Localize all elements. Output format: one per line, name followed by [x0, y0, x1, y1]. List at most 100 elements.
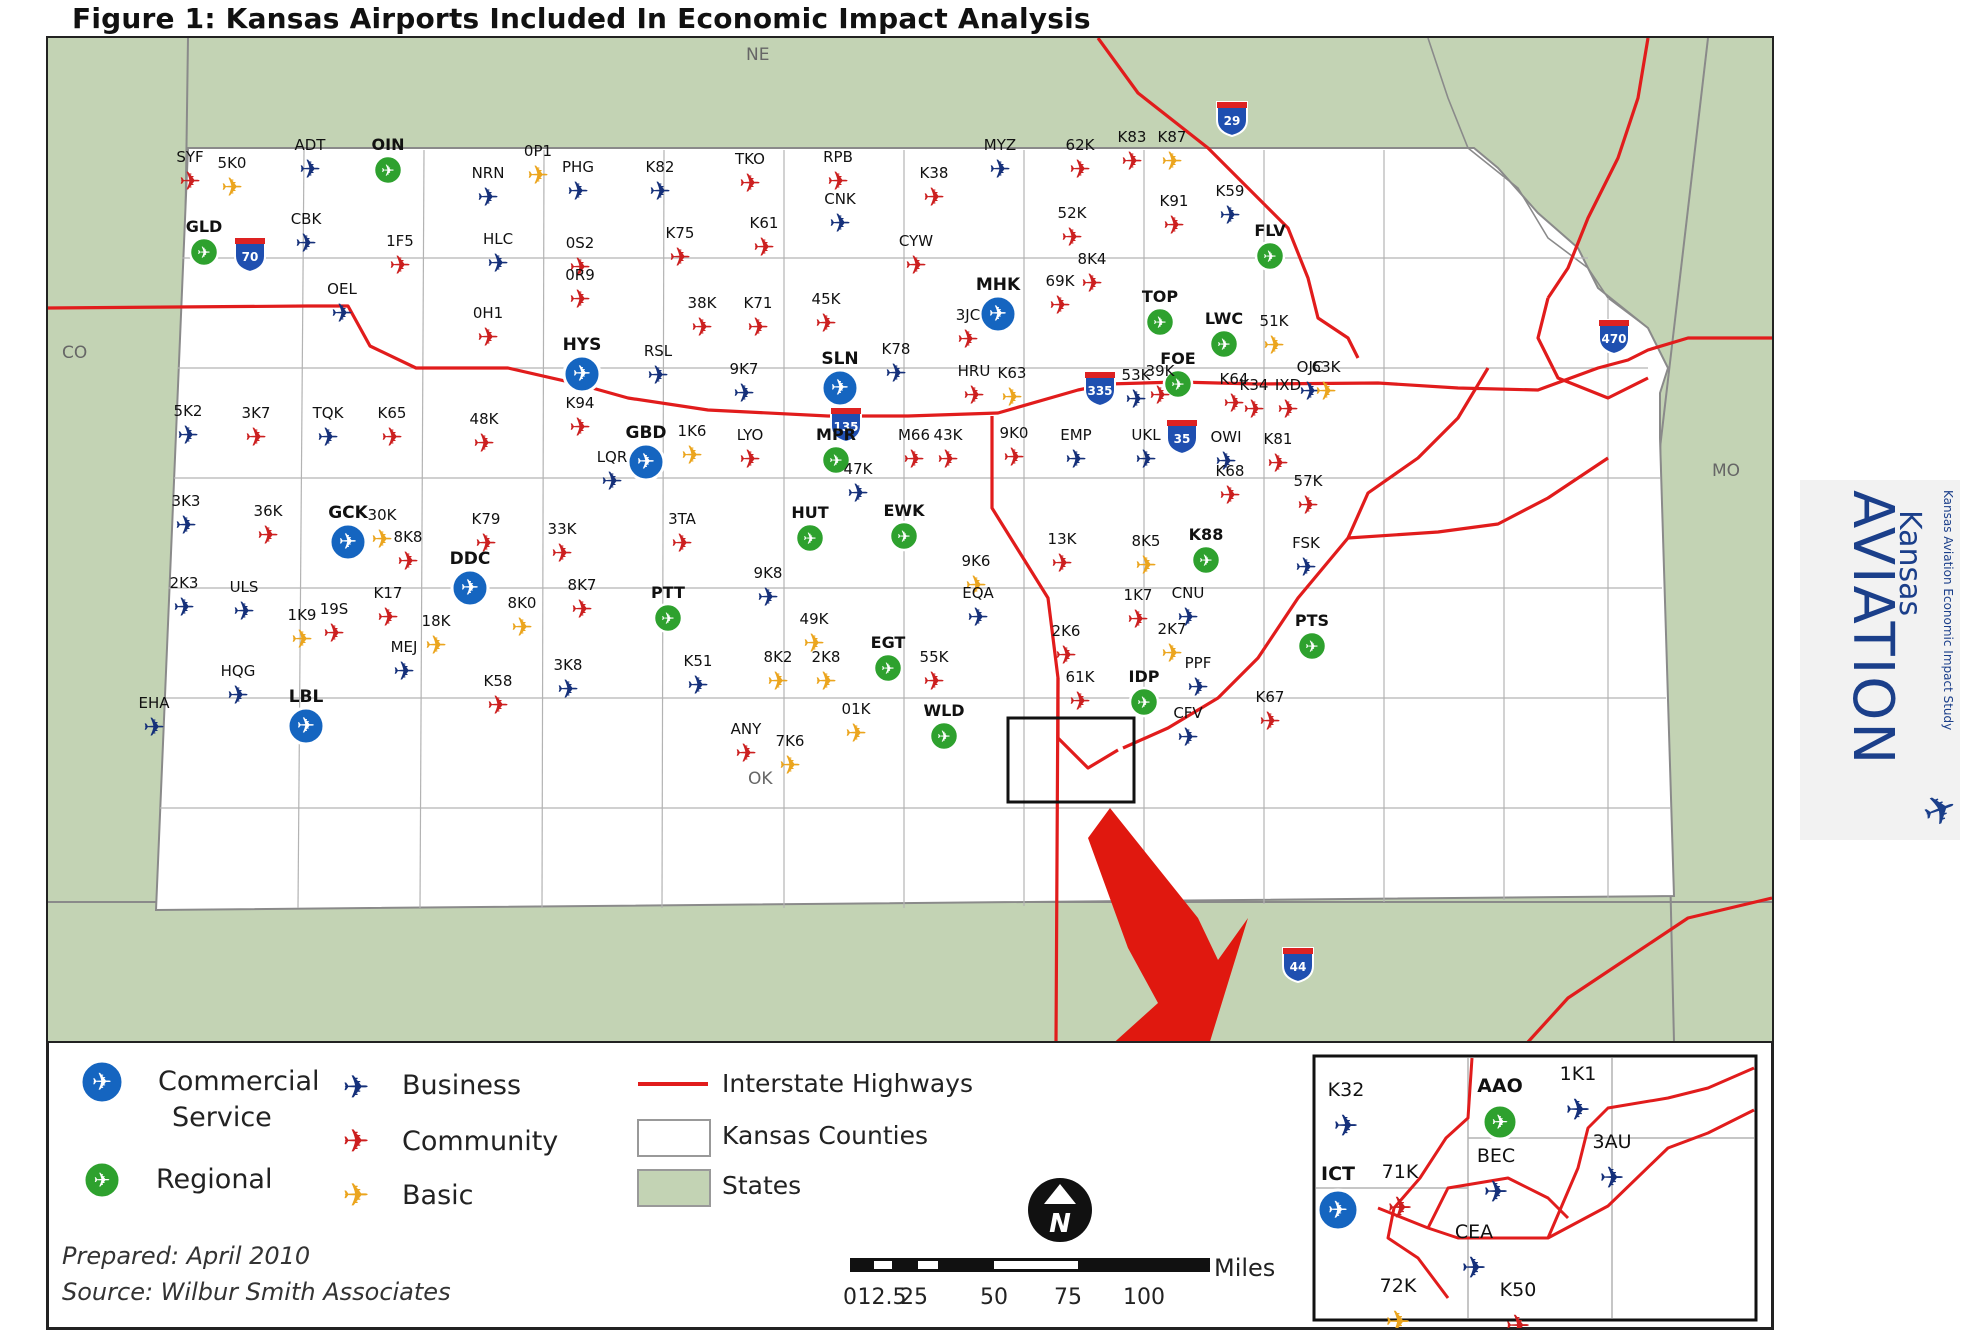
business-airport-icon: ✈ [299, 155, 321, 185]
airport-code-label: HRU [958, 362, 991, 380]
community-airport-icon: ✈ [473, 429, 495, 459]
community-airport-icon: ✈ [1061, 223, 1083, 253]
airport-code-label: K78 [882, 340, 911, 358]
airport-code-label: EWK [884, 501, 926, 520]
airport-code-label: RSL [644, 342, 673, 360]
airport-syf: ✈SYF [176, 148, 203, 197]
airport-code-label: EGT [871, 633, 906, 652]
airport-code-label: 49K [800, 610, 830, 628]
legend-community-icon: ✈ [343, 1122, 370, 1160]
business-airport-icon: ✈ [1483, 1175, 1508, 1210]
airport-uls: ✈ULS [230, 578, 259, 627]
basic-airport-icon: ✈ [1315, 377, 1337, 407]
community-airport-icon: ✈ [735, 739, 757, 769]
business-airport-icon: ✈ [649, 177, 671, 207]
airport-code-label: HLC [483, 230, 513, 248]
basic-airport-icon: ✈ [767, 667, 789, 697]
airport-2k8: ✈2K8 [812, 648, 841, 697]
airport-3jc: ✈3JC [956, 306, 980, 355]
airport-code-label: K50 [1500, 1279, 1537, 1301]
business-airport-icon: ✈ [557, 675, 579, 705]
airport-code-label: K75 [666, 224, 695, 242]
airport-8k5: ✈8K5 [1132, 532, 1161, 581]
legend-regional-plane-icon: ✈ [94, 1168, 111, 1192]
airport-code-label: PTT [651, 583, 685, 602]
airport-code-label: 9K7 [730, 360, 759, 378]
plane-icon: ✈ [1328, 1196, 1348, 1224]
svg-text:470: 470 [1601, 332, 1626, 346]
airport-9k0: ✈9K0 [1000, 424, 1029, 473]
airport-3k8: ✈3K8 [554, 656, 583, 705]
airport-code-label: K59 [1216, 182, 1245, 200]
business-airport-icon: ✈ [1219, 201, 1241, 231]
airport-k78: ✈K78 [882, 340, 911, 389]
community-airport-icon: ✈ [381, 423, 403, 453]
community-airport-icon: ✈ [487, 691, 509, 721]
airport-code-label: 38K [688, 294, 718, 312]
airport-code-label: EMP [1060, 426, 1091, 444]
airport-code-label: K68 [1216, 462, 1245, 480]
map-frame: 2970470335351354423513535 NECOMOOK ✈SYF✈… [46, 36, 1774, 1330]
airport-0h1: ✈0H1 [473, 304, 503, 353]
business-airport-icon: ✈ [227, 681, 249, 711]
community-airport-icon: ✈ [1163, 211, 1185, 241]
plane-icon: ✈ [381, 161, 394, 180]
airport-code-label: K63 [998, 364, 1027, 382]
community-airport-icon: ✈ [903, 445, 925, 475]
airport-mhk: ✈ MHK [976, 275, 1021, 334]
state-label-mo: MO [1712, 461, 1740, 481]
airport-code-label: ANY [731, 720, 762, 738]
basic-airport-icon: ✈ [1161, 147, 1183, 177]
airport-code-label: DDC [450, 549, 491, 569]
airport-code-label: 3TA [668, 510, 697, 528]
basic-airport-icon: ✈ [1263, 331, 1285, 361]
plane-icon: ✈ [881, 659, 894, 678]
airport-code-label: 8K5 [1132, 532, 1161, 550]
business-airport-icon: ✈ [567, 177, 589, 207]
airport-8k8: ✈8K8 [394, 528, 423, 577]
airport-code-label: 55K [920, 648, 950, 666]
airport-code-label: LYO [737, 426, 764, 444]
interstate-70-shield: 70 [234, 237, 266, 274]
airport-code-label: HYS [563, 335, 602, 355]
plane-icon: ✈ [829, 451, 842, 470]
basic-airport-icon: ✈ [291, 625, 313, 655]
airport-code-label: OEL [327, 280, 357, 298]
airport-code-label: CYW [899, 232, 933, 250]
community-airport-icon: ✈ [671, 529, 693, 559]
plane-icon: ✈ [1199, 551, 1212, 570]
airport-code-label: 1K1 [1560, 1063, 1597, 1085]
airport-code-label: IXD [1275, 376, 1301, 394]
airport-code-label: K83 [1118, 128, 1147, 146]
airport-gbd: ✈ GBD [625, 423, 667, 482]
airport-k58: ✈K58 [484, 672, 513, 721]
airport-lyo: ✈LYO [737, 426, 764, 475]
scale-tick-label: 25 [900, 1285, 928, 1310]
airport-code-label: 47K [844, 460, 874, 478]
airport-code-label: K67 [1256, 688, 1285, 706]
legend-counties-label: Kansas Counties [722, 1121, 928, 1150]
airport-code-label: 1K9 [288, 606, 317, 624]
scale-unit: Miles [1214, 1254, 1275, 1282]
airport-code-label: 30K [368, 506, 398, 524]
community-airport-icon: ✈ [747, 313, 769, 343]
airport-code-label: PHG [562, 158, 594, 176]
airport-code-label: MEJ [391, 638, 418, 656]
prepared-note: Prepared: April 2010 [62, 1242, 310, 1270]
basic-airport-icon: ✈ [425, 631, 447, 661]
community-airport-icon: ✈ [569, 413, 591, 443]
airport-code-label: K32 [1328, 1079, 1365, 1101]
community-airport-icon: ✈ [377, 603, 399, 633]
figure-title: Figure 1: Kansas Airports Included In Ec… [72, 2, 1091, 35]
community-airport-icon: ✈ [923, 667, 945, 697]
basic-airport-icon: ✈ [779, 751, 801, 781]
community-airport-icon: ✈ [477, 323, 499, 353]
community-airport-icon: ✈ [323, 619, 345, 649]
community-airport-icon: ✈ [1219, 481, 1241, 511]
community-airport-icon: ✈ [1243, 395, 1265, 425]
basic-airport-icon: ✈ [815, 667, 837, 697]
plane-icon: ✈ [461, 576, 479, 601]
airport-1k7: ✈1K7 [1124, 586, 1153, 635]
airport-ppf: ✈PPF [1185, 654, 1212, 703]
plane-icon: ✈ [831, 376, 849, 401]
